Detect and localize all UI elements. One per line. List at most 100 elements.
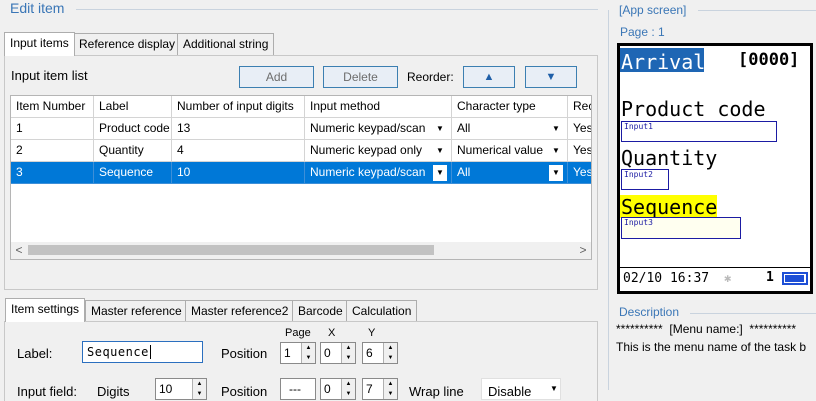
description-line2: This is the menu name of the task b xyxy=(616,340,807,354)
tab-master-reference2[interactable]: Master reference2 xyxy=(185,300,295,322)
tab-barcode[interactable]: Barcode xyxy=(292,300,349,322)
chevron-down-icon[interactable]: ▼ xyxy=(549,165,563,181)
cell-digits[interactable]: 13 xyxy=(172,118,305,140)
app-label-product-code: Product code xyxy=(621,97,766,121)
cell-input-method[interactable]: Numeric keypad/scan ▼ xyxy=(305,118,452,140)
chevron-down-icon[interactable]: ▼ xyxy=(192,389,206,399)
page-label: Page : 1 xyxy=(620,25,665,39)
battery-icon xyxy=(782,272,808,285)
column-header[interactable]: Character type xyxy=(452,96,568,118)
column-header[interactable]: Rec xyxy=(568,96,591,118)
column-header[interactable]: Label xyxy=(94,96,172,118)
horizontal-scrollbar[interactable]: < > xyxy=(11,242,591,259)
chevron-down-icon[interactable]: ▼ xyxy=(301,353,315,363)
chevron-up-icon[interactable]: ▲ xyxy=(341,379,355,389)
label-x-spinner[interactable]: 0 ▲ ▼ xyxy=(320,342,356,364)
chevron-down-icon[interactable]: ▼ xyxy=(551,145,561,157)
description-title: Description xyxy=(619,305,680,319)
label-input-value: Sequence xyxy=(87,345,149,359)
chevron-down-icon[interactable]: ▼ xyxy=(550,384,558,393)
chevron-up-icon[interactable]: ▲ xyxy=(341,343,355,353)
tab-additional-string[interactable]: Additional string xyxy=(177,33,275,55)
wrap-line-select[interactable]: Disable ▼ xyxy=(481,378,561,400)
cell-item-number[interactable]: 1 xyxy=(11,118,94,140)
tab-calculation[interactable]: Calculation xyxy=(346,300,418,322)
app-input2-box: Input2 xyxy=(621,169,669,190)
scrollbar-thumb[interactable] xyxy=(28,245,434,255)
move-up-button[interactable]: ▲ xyxy=(463,66,515,88)
chevron-down-icon[interactable]: ▼ xyxy=(433,165,447,181)
input-x-spinner[interactable]: 0 ▲ ▼ xyxy=(320,378,356,400)
scroll-left-icon[interactable]: < xyxy=(13,243,25,258)
chevron-down-icon[interactable]: ▼ xyxy=(435,145,445,157)
label-page-value: 1 xyxy=(284,346,291,360)
move-down-button[interactable]: ▼ xyxy=(525,66,577,88)
input-item-grid[interactable]: Item Number Label Number of input digits… xyxy=(10,95,592,260)
column-header[interactable]: Input method xyxy=(305,96,452,118)
label-y-value: 6 xyxy=(366,346,373,360)
chevron-down-icon[interactable]: ▼ xyxy=(435,123,445,135)
add-button[interactable]: Add xyxy=(239,66,314,88)
grid-header: Item Number Label Number of input digits… xyxy=(11,96,591,118)
app-status-divider xyxy=(620,267,810,268)
cell-item-number[interactable]: 2 xyxy=(11,140,94,162)
cell-input-method[interactable]: Numeric keypad only ▼ xyxy=(305,140,452,162)
page-caption: Page xyxy=(285,327,311,339)
y-caption: Y xyxy=(368,327,376,339)
tab-master-reference[interactable]: Master reference xyxy=(85,300,188,322)
chevron-down-icon[interactable]: ▼ xyxy=(383,353,397,363)
app-header-title: Arrival xyxy=(621,50,706,74)
cell-digits[interactable]: 4 xyxy=(172,140,305,162)
cell-input-method-value: Numeric keypad/scan xyxy=(310,121,426,135)
chevron-up-icon[interactable]: ▲ xyxy=(192,379,206,389)
cell-item-number[interactable]: 3 xyxy=(11,162,94,184)
column-header[interactable]: Number of input digits xyxy=(172,96,305,118)
cell-input-method[interactable]: Numeric keypad/scan ▼ xyxy=(305,162,452,184)
chevron-down-icon[interactable]: ▼ xyxy=(383,389,397,399)
label-input[interactable]: Sequence xyxy=(82,341,203,363)
cell-label[interactable]: Product code xyxy=(94,118,172,140)
wrap-line-caption: Wrap line xyxy=(409,384,464,399)
app-status-time: 02/10 16:37 xyxy=(623,271,710,286)
chevron-up-icon[interactable]: ▲ xyxy=(301,343,315,353)
input-page-field[interactable]: --- xyxy=(280,378,316,400)
table-row[interactable]: 1 Product code 13 Numeric keypad/scan ▼ A… xyxy=(11,118,591,140)
tab-item-settings[interactable]: Item settings xyxy=(5,298,86,322)
cell-character-type[interactable]: Numerical value ▼ xyxy=(452,140,568,162)
chevron-down-icon[interactable]: ▼ xyxy=(551,123,561,135)
cell-character-type[interactable]: All ▼ xyxy=(452,162,568,184)
column-header[interactable]: Item Number xyxy=(11,96,94,118)
app-screen-preview: Arrival [0000] Product code Input1 Quant… xyxy=(617,43,813,294)
right-panel-border xyxy=(608,10,609,390)
cell-label[interactable]: Quantity xyxy=(94,140,172,162)
tab-input-items[interactable]: Input items xyxy=(4,32,75,56)
cell-rec[interactable]: Yes xyxy=(568,140,591,162)
input-y-value: 7 xyxy=(366,382,373,396)
label-page-spinner[interactable]: 1 ▲ ▼ xyxy=(280,342,316,364)
cell-input-method-value: Numeric keypad only xyxy=(310,143,423,157)
delete-button[interactable]: Delete xyxy=(323,66,398,88)
input-y-spinner[interactable]: 7 ▲ ▼ xyxy=(362,378,398,400)
table-row-selected[interactable]: 3 Sequence 10 Numeric keypad/scan ▼ All ▼ … xyxy=(11,162,591,184)
tab-reference-display[interactable]: Reference display xyxy=(73,33,182,55)
scroll-right-icon[interactable]: > xyxy=(577,243,589,258)
label-x-value: 0 xyxy=(324,346,331,360)
reorder-label: Reorder: xyxy=(407,70,454,84)
chevron-up-icon[interactable]: ▲ xyxy=(383,379,397,389)
wrap-line-value: Disable xyxy=(488,384,532,399)
cell-digits[interactable]: 10 xyxy=(172,162,305,184)
cell-character-type-value: All xyxy=(457,121,471,135)
chevron-up-icon[interactable]: ▲ xyxy=(383,343,397,353)
chevron-down-icon[interactable]: ▼ xyxy=(341,353,355,363)
cell-rec[interactable]: Yes xyxy=(568,162,591,184)
digits-spinner[interactable]: 10 ▲ ▼ xyxy=(155,378,207,400)
label-y-spinner[interactable]: 6 ▲ ▼ xyxy=(362,342,398,364)
chevron-down-icon[interactable]: ▼ xyxy=(341,389,355,399)
cell-character-type[interactable]: All ▼ xyxy=(452,118,568,140)
cell-label[interactable]: Sequence xyxy=(94,162,172,184)
table-row[interactable]: 2 Quantity 4 Numeric keypad only ▼ Numeri… xyxy=(11,140,591,162)
cell-rec[interactable]: Yes xyxy=(568,118,591,140)
input-x-value: 0 xyxy=(324,382,331,396)
cell-character-type-value: All xyxy=(457,165,471,179)
digits-caption: Digits xyxy=(97,384,130,399)
